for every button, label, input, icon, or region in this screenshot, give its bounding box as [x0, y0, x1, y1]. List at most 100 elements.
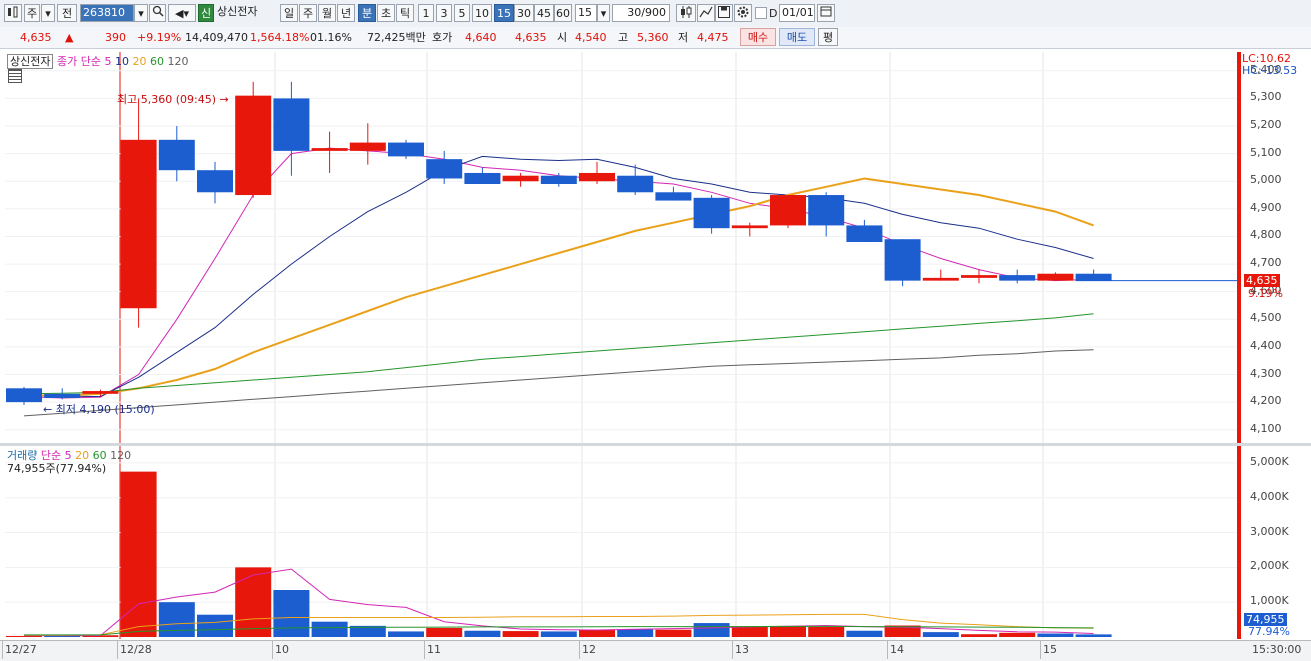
sound-icon[interactable]: ◀︎▾ — [168, 4, 196, 22]
tab-week[interactable]: 주 — [299, 4, 317, 22]
search-icon[interactable] — [149, 4, 166, 22]
low-marker: ← 최저 4,190 (15:00) — [43, 403, 155, 416]
time-axis-tick — [424, 641, 425, 659]
volume-tick-label: 2,000K — [1250, 559, 1289, 573]
volume-bar — [197, 614, 233, 637]
tab-min-30[interactable]: 30 — [514, 4, 534, 22]
high-marker-text: 최고 5,360 (09:45) — [117, 93, 217, 106]
quote-label: 호가 — [432, 31, 453, 44]
tab-day[interactable]: 일 — [280, 4, 298, 22]
ma5-label[interactable]: 5 — [104, 55, 111, 68]
price-change-pct: +9.19% — [137, 31, 182, 44]
stock-code-input[interactable]: 263810 — [80, 4, 134, 22]
open-price: 4,540 — [575, 31, 607, 44]
gear-icon[interactable] — [734, 4, 752, 22]
ma10-label[interactable]: 10 — [115, 55, 129, 68]
volume-bar — [388, 631, 424, 637]
trade-amount: 72,425백만 — [367, 31, 426, 44]
ma20-label[interactable]: 20 — [132, 55, 146, 68]
price-tick-label: 4,500 — [1250, 311, 1282, 325]
volume-chart-pane[interactable]: 거래량 단순 5 20 60 120 74,955주(77.94%) — [5, 446, 1238, 639]
price-tick-label: 5,000 — [1250, 173, 1282, 187]
tab-min-3[interactable]: 3 — [436, 4, 452, 22]
price-tick-label: 4,800 — [1250, 228, 1282, 242]
volume-bar — [502, 631, 539, 637]
chart-type-icon[interactable] — [4, 4, 22, 22]
volume-bar — [120, 471, 157, 637]
volume-bar — [464, 630, 501, 637]
candle-body — [426, 159, 463, 179]
stock-name-label[interactable]: 상신전자 — [7, 54, 54, 69]
line-tool-icon[interactable] — [697, 4, 715, 22]
low-label: 저 — [678, 31, 689, 44]
tab-tick[interactable]: 틱 — [396, 4, 414, 22]
candle-body — [655, 192, 692, 201]
minute-select[interactable]: 15 — [575, 4, 597, 22]
market-badge: 신 — [198, 4, 214, 22]
time-axis-tick — [2, 641, 3, 659]
price-ma10-line — [23, 155, 1094, 398]
minute-dropdown-icon[interactable]: ▾ — [597, 4, 610, 22]
open-label: 시 — [557, 31, 568, 44]
code-dropdown-icon[interactable]: ▾ — [134, 4, 148, 22]
tab-second[interactable]: 초 — [377, 4, 395, 22]
price-tick-label: 5,100 — [1250, 145, 1282, 159]
ask-price: 4,640 — [465, 31, 497, 44]
tab-month[interactable]: 월 — [318, 4, 336, 22]
price-tick-label: 5,200 — [1250, 118, 1282, 132]
up-arrow-icon: ▲ — [65, 31, 74, 44]
tab-min-45[interactable]: 45 — [534, 4, 554, 22]
volume-tick-label: 3,000K — [1250, 524, 1289, 538]
price-chart-pane[interactable]: 상신전자 종가 단순 5 10 20 60 120 최고 5,360 (09:4… — [5, 52, 1238, 443]
time-axis-tick — [1040, 641, 1041, 659]
tab-min-15[interactable]: 15 — [494, 4, 514, 22]
tab-previous[interactable]: 전 — [57, 4, 77, 22]
price-chart-canvas[interactable] — [5, 52, 1237, 443]
candle-settings-icon[interactable] — [676, 4, 696, 22]
low-price: 4,475 — [697, 31, 729, 44]
time-axis[interactable]: 12/27 12/28 10 11 12 13 14 15 15:30:00 — [0, 640, 1311, 661]
hc-label: HC:-13.53 — [1242, 64, 1298, 77]
tab-min-1[interactable]: 1 — [418, 4, 434, 22]
volume-bar — [311, 621, 348, 637]
time-axis-label: 13 — [735, 643, 749, 656]
volume-tick-label: 1,000K — [1250, 594, 1289, 608]
vol-ma120-label[interactable]: 120 — [110, 449, 131, 462]
price-legend: 상신전자 종가 단순 5 10 20 60 120 — [7, 53, 188, 69]
ma120-label[interactable]: 120 — [167, 55, 188, 68]
candle-body — [388, 142, 424, 157]
tab-min-10[interactable]: 10 — [472, 4, 492, 22]
tab-year[interactable]: 년 — [337, 4, 355, 22]
volume-bar — [922, 632, 959, 637]
volume-chart-canvas[interactable] — [5, 446, 1237, 639]
volume-y-axis[interactable]: 1,000K 2,000K 3,000K 4,000K 5,000K — [1241, 446, 1311, 639]
date-input[interactable]: 01/01 — [779, 4, 815, 22]
volume-tick-label: 5,000K — [1250, 454, 1289, 468]
evaluation-button[interactable]: 평 — [818, 28, 838, 46]
tab-period-week[interactable]: 주 — [24, 4, 40, 22]
count-input[interactable]: 30/900 — [612, 4, 670, 22]
candle-body — [158, 139, 195, 171]
turnover-rate: 01.16% — [310, 31, 352, 44]
bid-price: 4,635 — [515, 31, 547, 44]
price-change: 390 — [105, 31, 126, 44]
period-dropdown-icon[interactable]: ▾ — [41, 4, 55, 22]
ma60-label[interactable]: 60 — [150, 55, 164, 68]
toolbar: 주 ▾ 전 263810 ▾ ◀︎▾ 신 상신전자 일 주 월 년 분 초 틱 … — [0, 0, 1311, 28]
price-y-axis[interactable]: 4,100 4,200 4,300 4,400 4,500 4,600 4,700 4,800… — [1241, 52, 1311, 443]
buy-button[interactable]: 매수 — [740, 28, 776, 46]
volume-bars — [6, 471, 1112, 637]
tab-minute[interactable]: 분 — [358, 4, 376, 22]
candle-body — [770, 195, 806, 226]
d-checkbox[interactable] — [755, 7, 767, 19]
grid-table-icon[interactable] — [8, 69, 22, 83]
calendar-icon[interactable] — [817, 4, 835, 22]
time-axis-label: 11 — [427, 643, 441, 656]
save-icon[interactable] — [715, 4, 733, 22]
candle-body — [120, 139, 157, 309]
volume-bar — [999, 632, 1036, 637]
candle-body — [235, 95, 272, 196]
tab-min-5[interactable]: 5 — [454, 4, 470, 22]
tab-min-60[interactable]: 60 — [554, 4, 572, 22]
sell-button[interactable]: 매도 — [779, 28, 815, 46]
